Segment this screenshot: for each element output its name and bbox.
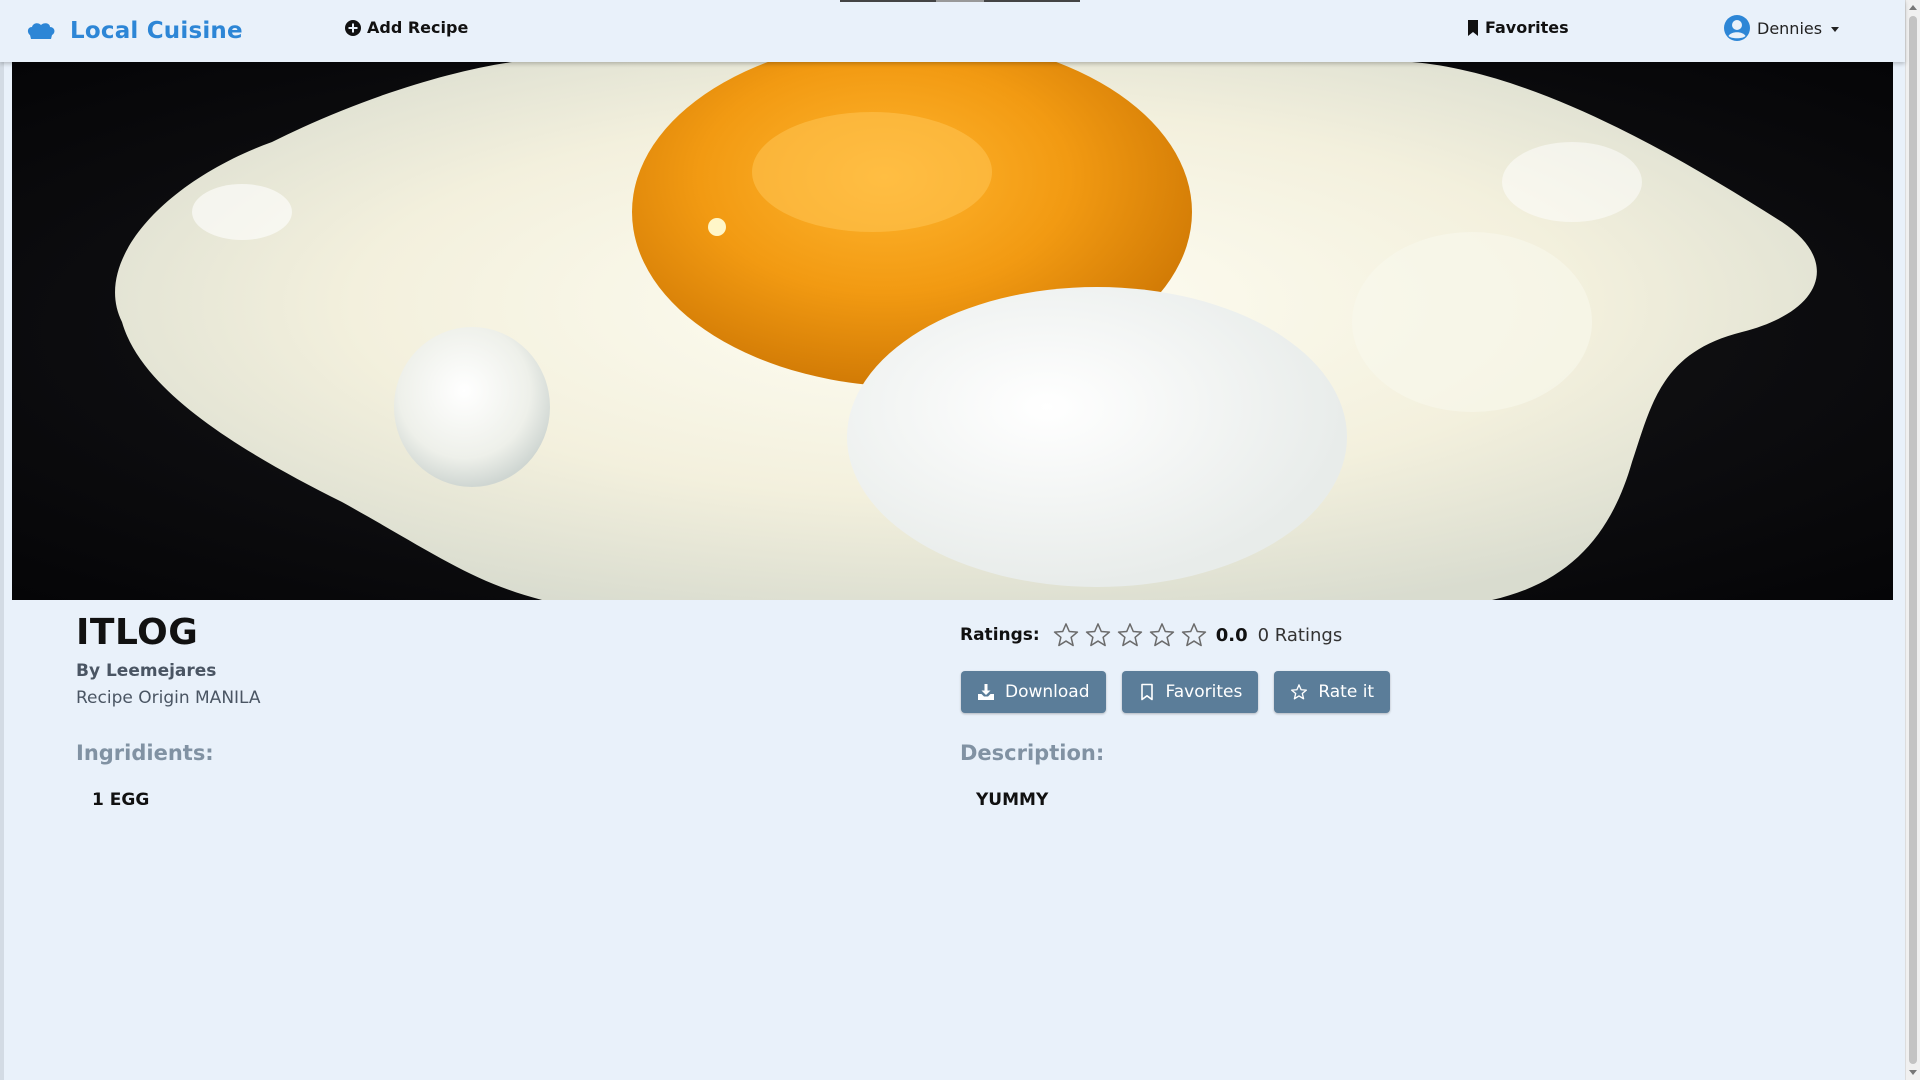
add-recipe-link[interactable]: Add Recipe: [345, 18, 468, 37]
rating-value: 0.0: [1215, 624, 1248, 646]
top-navbar: Local Cuisine Add Recipe Favorites Denni…: [0, 0, 1905, 62]
star-3-icon[interactable]: [1116, 621, 1144, 649]
user-menu-toggle[interactable]: Dennies: [1723, 14, 1840, 42]
rate-it-label: Rate it: [1318, 682, 1375, 702]
scroll-thumb[interactable]: [1909, 16, 1917, 1064]
ratings-row: Ratings: 0.0 0 Ratings: [960, 622, 1342, 648]
user-avatar-icon: [1724, 15, 1750, 41]
star-1-icon[interactable]: [1052, 621, 1080, 649]
download-button[interactable]: Download: [961, 671, 1106, 713]
bookmark-outline-icon: [1140, 683, 1153, 701]
description-text: YUMMY: [976, 790, 1049, 810]
plus-circle-icon: [345, 19, 361, 36]
ratings-label: Ratings:: [960, 625, 1040, 645]
download-icon: [978, 684, 994, 700]
scroll-down-arrow-icon[interactable]: [1909, 1070, 1917, 1075]
fried-egg-photo: [12, 62, 1893, 600]
download-label: Download: [1005, 682, 1090, 702]
favorites-link[interactable]: Favorites: [1467, 18, 1569, 37]
recipe-origin: Recipe Origin MANILA: [76, 688, 261, 708]
loading-indicator: [840, 0, 1080, 2]
chef-hat-icon: [27, 23, 55, 39]
star-outline-icon: [1291, 684, 1308, 700]
user-name: Dennies: [1757, 18, 1823, 38]
star-4-icon[interactable]: [1148, 621, 1176, 649]
page-scrollbar[interactable]: [1905, 0, 1920, 1080]
favorites-button-label: Favorites: [1165, 682, 1243, 702]
recipe-actions: Download Favorites Rate it: [961, 671, 1391, 713]
rating-count: 0 Ratings: [1257, 624, 1343, 646]
star-2-icon[interactable]: [1084, 621, 1112, 649]
add-recipe-label: Add Recipe: [367, 18, 469, 37]
recipe-hero-image: [12, 62, 1893, 600]
brand-link[interactable]: Local Cuisine: [26, 14, 243, 48]
recipe-title: ITLOG: [76, 612, 199, 653]
ingredient-item: 1 EGG: [92, 790, 150, 810]
rate-it-button[interactable]: Rate it: [1274, 671, 1391, 713]
brand-name: Local Cuisine: [70, 18, 243, 44]
caret-down-icon: [1831, 26, 1840, 32]
bookmark-icon: [1468, 19, 1478, 36]
star-5-icon[interactable]: [1180, 621, 1208, 649]
ingredients-heading: Ingridients:: [76, 741, 214, 765]
recipe-author: By Leemejares: [76, 661, 217, 681]
scroll-up-arrow-icon[interactable]: [1909, 5, 1917, 10]
add-favorites-button[interactable]: Favorites: [1121, 671, 1259, 713]
favorites-label: Favorites: [1485, 18, 1569, 37]
description-heading: Description:: [960, 741, 1105, 765]
